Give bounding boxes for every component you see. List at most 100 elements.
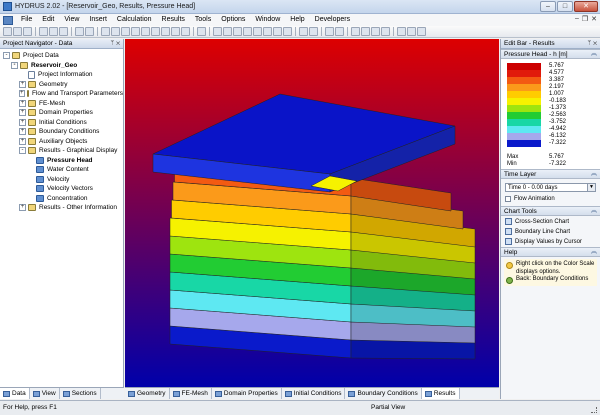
scale-swatch[interactable] — [507, 98, 541, 105]
toolbar-button-icon[interactable] — [273, 27, 282, 36]
resize-grip-icon[interactable] — [591, 407, 597, 413]
maximize-button[interactable]: □ — [557, 1, 573, 12]
tree-item[interactable]: Pressure Head — [0, 156, 123, 166]
toolbar-button-icon[interactable] — [59, 27, 68, 36]
tree-item[interactable]: Project Information — [0, 70, 123, 80]
scale-swatch[interactable] — [507, 112, 541, 119]
scale-swatch[interactable] — [507, 133, 541, 140]
toolbar-button-icon[interactable] — [101, 27, 110, 36]
tree-item[interactable]: + Domain Properties — [0, 108, 123, 118]
toolbar-button-icon[interactable] — [121, 27, 130, 36]
chevron-up-icon[interactable]: ︽ — [591, 248, 597, 257]
scale-swatch[interactable] — [507, 70, 541, 77]
tree-item[interactable]: + Flow and Transport Parameters — [0, 89, 123, 99]
time-layer-header[interactable]: Time Layer ︽ — [501, 169, 600, 179]
chart-tools-header[interactable]: Chart Tools ︽ — [501, 206, 600, 216]
toolbar-button-icon[interactable] — [253, 27, 262, 36]
menu-developers[interactable]: Developers — [310, 14, 355, 26]
menu-file[interactable]: File — [16, 14, 37, 26]
tree-item[interactable]: - Results - Graphical Display — [0, 146, 123, 156]
tree-item[interactable]: - Project Data — [0, 51, 123, 61]
toolbar-button-icon[interactable] — [75, 27, 84, 36]
chevron-up-icon[interactable]: ︽ — [591, 50, 597, 59]
toolbar-button-icon[interactable] — [407, 27, 416, 36]
pin-icon[interactable]: ᛘ ✕ — [110, 39, 120, 49]
flow-animation-row[interactable]: Flow Animation — [505, 196, 596, 202]
toolbar-button-icon[interactable] — [371, 27, 380, 36]
menu-options[interactable]: Options — [216, 14, 250, 26]
menu-view[interactable]: View — [59, 14, 84, 26]
expand-toggle-icon[interactable]: + — [19, 118, 26, 126]
menu-window[interactable]: Window — [250, 14, 285, 26]
minimize-button[interactable]: – — [540, 1, 556, 12]
view-tab[interactable]: Boundary Conditions — [345, 388, 422, 399]
expand-toggle-icon[interactable]: + — [19, 204, 26, 212]
toolbar-button-icon[interactable] — [381, 27, 390, 36]
boundary-line-chart-item[interactable]: Boundary Line Chart — [505, 227, 596, 236]
expand-toggle-icon[interactable]: + — [19, 109, 26, 117]
toolbar-button-icon[interactable] — [335, 27, 344, 36]
chevron-up-icon[interactable]: ︽ — [591, 170, 597, 179]
toolbar-button-icon[interactable] — [13, 27, 22, 36]
dropdown-arrow-icon[interactable]: ▼ — [587, 184, 595, 191]
toolbar-button-icon[interactable] — [283, 27, 292, 36]
toolbar-button-icon[interactable] — [309, 27, 318, 36]
scale-header[interactable]: Pressure Head - h [m] ︽ — [501, 49, 600, 59]
tree-item[interactable]: + Auxiliary Objects — [0, 137, 123, 147]
tree-item[interactable]: Concentration — [0, 194, 123, 204]
scale-swatch[interactable] — [507, 140, 541, 147]
toolbar-button-icon[interactable] — [85, 27, 94, 36]
scale-swatch[interactable] — [507, 63, 541, 70]
tree-item[interactable]: Water Content — [0, 165, 123, 175]
menu-edit[interactable]: Edit — [37, 14, 59, 26]
help-back-link[interactable]: Back: Boundary Conditions — [506, 276, 595, 284]
display-values-item[interactable]: Display Values by Cursor — [505, 237, 596, 246]
mdi-minimize-icon[interactable]: – — [575, 15, 579, 23]
tree-item[interactable]: + Results - Other Information — [0, 203, 123, 213]
document-icon[interactable] — [3, 15, 13, 25]
tree-item[interactable]: - Reservoir_Geo — [0, 61, 123, 71]
expand-toggle-icon[interactable]: - — [11, 61, 18, 69]
view-tab[interactable]: Initial Conditions — [282, 388, 346, 399]
toolbar-button-icon[interactable] — [171, 27, 180, 36]
close-button[interactable]: ✕ — [574, 1, 598, 12]
color-scale[interactable]: Max 5.767 Min -7.322 5.767 4.577 3.387 2.19… — [501, 59, 600, 169]
expand-toggle-icon[interactable]: + — [19, 137, 26, 145]
mdi-close-icon[interactable]: ✕ — [591, 15, 597, 23]
tree-item[interactable]: + Geometry — [0, 80, 123, 90]
mdi-restore-icon[interactable]: ❐ — [582, 15, 588, 23]
toolbar-button-icon[interactable] — [351, 27, 360, 36]
toolbar-button-icon[interactable] — [223, 27, 232, 36]
toolbar-button-icon[interactable] — [151, 27, 160, 36]
toolbar-button-icon[interactable] — [23, 27, 32, 36]
toolbar-button-icon[interactable] — [263, 27, 272, 36]
flow-animation-checkbox[interactable] — [505, 196, 511, 202]
toolbar-button-icon[interactable] — [417, 27, 426, 36]
toolbar-button-icon[interactable] — [325, 27, 334, 36]
menu-help[interactable]: Help — [285, 14, 309, 26]
results-plot[interactable] — [125, 39, 499, 387]
cross-section-chart-item[interactable]: Cross-Section Chart — [505, 217, 596, 226]
view-tab[interactable]: FE-Mesh — [170, 388, 212, 399]
toolbar-button-icon[interactable] — [49, 27, 58, 36]
view-tab[interactable]: Results — [421, 388, 460, 399]
toolbar-button-icon[interactable] — [397, 27, 406, 36]
toolbar-button-icon[interactable] — [111, 27, 120, 36]
tree-item[interactable]: + Initial Conditions — [0, 118, 123, 128]
help-back-label[interactable]: Back: Boundary Conditions — [516, 276, 588, 284]
expand-toggle-icon[interactable]: + — [19, 99, 26, 107]
tab-view[interactable]: View — [30, 388, 60, 399]
tree-item[interactable]: Velocity — [0, 175, 123, 185]
toolbar-button-icon[interactable] — [39, 27, 48, 36]
toolbar-button-icon[interactable] — [131, 27, 140, 36]
chevron-up-icon[interactable]: ︽ — [591, 207, 597, 216]
expand-toggle-icon[interactable]: + — [19, 128, 26, 136]
toolbar-button-icon[interactable] — [213, 27, 222, 36]
expand-toggle-icon[interactable]: - — [3, 52, 10, 60]
toolbar-button-icon[interactable] — [233, 27, 242, 36]
toolbar-button-icon[interactable] — [243, 27, 252, 36]
reservoir-model[interactable] — [152, 93, 476, 360]
scale-swatch[interactable] — [507, 91, 541, 98]
scale-swatch[interactable] — [507, 77, 541, 84]
toolbar-button-icon[interactable] — [161, 27, 170, 36]
